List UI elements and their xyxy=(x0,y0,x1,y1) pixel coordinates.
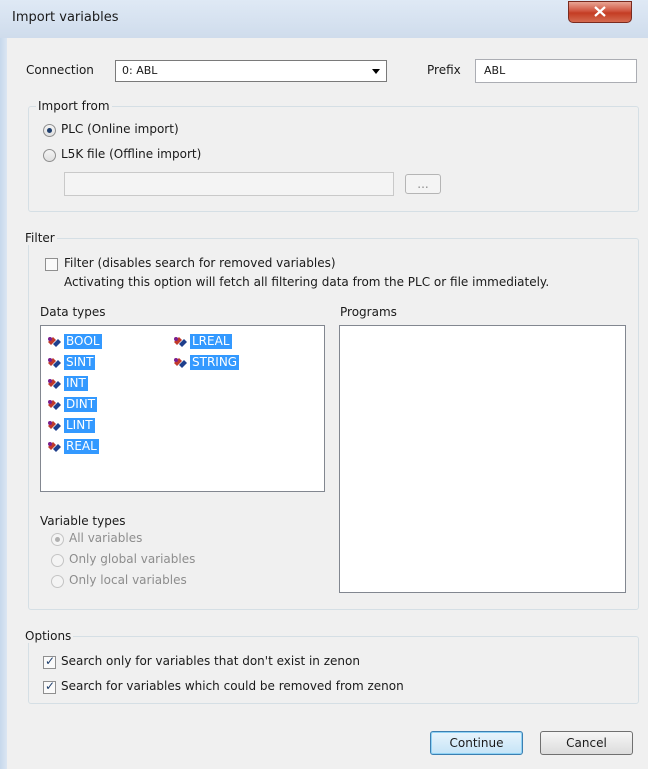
continue-button[interactable]: Continue xyxy=(430,731,523,755)
filter-checkbox-label: Filter (disables search for removed vari… xyxy=(64,256,336,270)
data-type-label: BOOL xyxy=(64,334,102,349)
local-variables-radio[interactable] xyxy=(51,575,64,588)
programs-label: Programs xyxy=(340,305,397,319)
window-title: Import variables xyxy=(12,10,119,25)
tag-icon xyxy=(173,356,188,372)
tag-icon xyxy=(47,377,62,393)
cancel-button[interactable]: Cancel xyxy=(540,731,633,755)
data-type-label: LREAL xyxy=(190,334,232,349)
search-nonexisting-label: Search only for variables that don't exi… xyxy=(61,654,360,668)
tag-icon xyxy=(47,419,62,435)
import-from-title: Import from xyxy=(36,99,112,113)
data-type-label: LINT xyxy=(64,418,95,433)
data-type-label: REAL xyxy=(64,439,99,454)
plc-import-label: PLC (Online import) xyxy=(61,122,179,136)
browse-button[interactable]: ... xyxy=(405,174,441,194)
filter-title: Filter xyxy=(23,231,57,245)
prefix-label: Prefix xyxy=(427,63,461,77)
data-type-label: STRING xyxy=(190,355,240,370)
global-variables-radio[interactable] xyxy=(51,554,64,567)
variable-types-label: Variable types xyxy=(40,514,126,528)
plc-import-radio[interactable] xyxy=(43,124,56,137)
l5k-file-path-input[interactable] xyxy=(64,172,394,196)
local-variables-label: Only local variables xyxy=(69,573,187,587)
prefix-input[interactable]: ABL xyxy=(475,59,637,83)
programs-list[interactable] xyxy=(339,325,626,593)
tag-icon xyxy=(47,398,62,414)
connection-value: 0: ABL xyxy=(122,64,158,77)
search-removed-checkbox[interactable] xyxy=(43,679,56,694)
title-bar[interactable]: Import variables xyxy=(0,0,648,38)
tag-icon xyxy=(173,335,188,351)
search-nonexisting-checkbox[interactable] xyxy=(43,654,56,669)
tag-icon xyxy=(47,335,62,351)
data-type-label: DINT xyxy=(64,397,98,412)
all-variables-radio[interactable] xyxy=(51,533,64,546)
search-removed-label: Search for variables which could be remo… xyxy=(61,679,404,693)
data-type-label: SINT xyxy=(64,355,96,370)
options-group xyxy=(28,636,639,704)
chevron-down-icon xyxy=(372,69,380,74)
l5k-import-radio[interactable] xyxy=(43,149,56,162)
tag-icon xyxy=(47,356,62,372)
connection-label: Connection xyxy=(26,63,94,77)
import-variables-dialog: Import variables Connection 0: ABL Prefi… xyxy=(0,0,648,769)
l5k-import-label: L5K file (Offline import) xyxy=(61,147,202,161)
filter-note: Activating this option will fetch all fi… xyxy=(64,275,550,289)
all-variables-label: All variables xyxy=(69,531,143,545)
global-variables-label: Only global variables xyxy=(69,552,196,566)
data-types-label: Data types xyxy=(40,305,106,319)
data-type-label: INT xyxy=(64,376,88,391)
filter-checkbox[interactable] xyxy=(45,258,58,271)
connection-dropdown[interactable]: 0: ABL xyxy=(115,60,387,82)
options-title: Options xyxy=(23,629,74,643)
tag-icon xyxy=(47,440,62,456)
prefix-value: ABL xyxy=(484,64,506,77)
close-button[interactable] xyxy=(568,1,632,23)
